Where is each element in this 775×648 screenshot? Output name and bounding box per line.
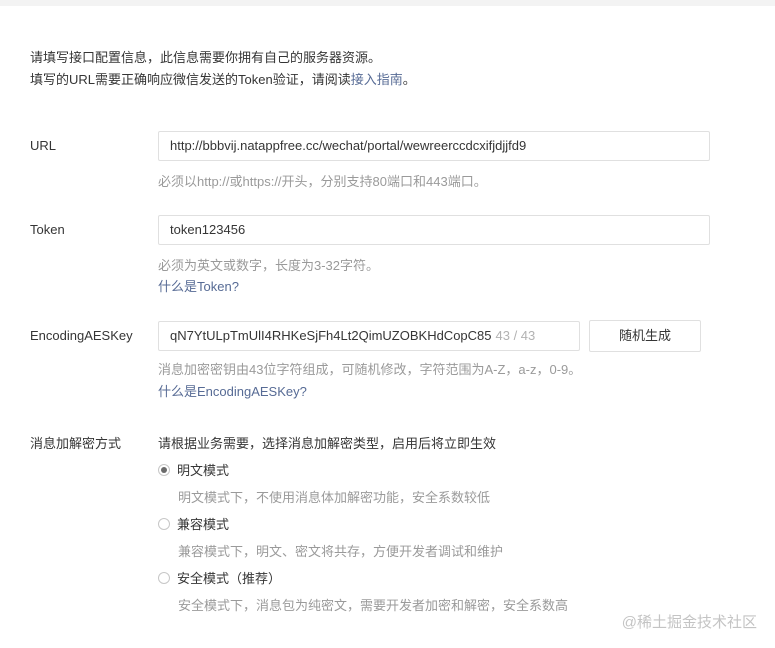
radio-unchecked-icon[interactable] — [158, 517, 170, 530]
top-divider-bar — [0, 0, 775, 6]
intro-line-1: 请填写接口配置信息，此信息需要你拥有自己的服务器资源。 — [30, 50, 382, 65]
random-generate-button[interactable]: 随机生成 — [589, 320, 701, 352]
aes-key-label: EncodingAESKey — [30, 328, 133, 343]
watermark: @稀土掘金技术社区 — [621, 614, 757, 631]
radio-secure-label: 安全模式（推荐） — [177, 571, 282, 586]
intro-line-2-suffix: 。 — [402, 72, 416, 87]
url-label: URL — [30, 138, 57, 153]
aes-key-counter: 43 / 43 — [495, 328, 536, 343]
secure-mode-desc: 安全模式下，消息包为纯密文，需要开发者加密和解密，安全系数高 — [178, 598, 569, 613]
radio-compatible-label: 兼容模式 — [177, 517, 230, 532]
radio-secure-mode[interactable]: 安全模式（推荐） — [158, 568, 281, 587]
token-input[interactable]: token123456 — [158, 215, 710, 245]
compatible-mode-desc: 兼容模式下，明文、密文将共存，方便开发者调试和维护 — [178, 544, 504, 559]
radio-compatible-mode[interactable]: 兼容模式 — [158, 514, 229, 533]
url-input[interactable]: http://bbbvij.natappfree.cc/wechat/porta… — [158, 131, 710, 161]
what-is-token-link[interactable]: 什么是Token? — [158, 276, 239, 295]
radio-plaintext-mode[interactable]: 明文模式 — [158, 460, 229, 479]
intro-line-2: 填写的URL需要正确响应微信发送的Token验证，请阅读接入指南。 — [30, 69, 416, 91]
radio-unchecked-icon[interactable] — [158, 571, 170, 584]
plaintext-mode-desc: 明文模式下，不使用消息体加解密功能，安全系数较低 — [178, 490, 491, 505]
access-guide-link[interactable]: 接入指南 — [351, 72, 403, 87]
url-tip: 必须以http://或https://开头，分别支持80端口和443端口。 — [158, 174, 487, 189]
aes-key-tip: 消息加密密钥由43位字符组成，可随机修改，字符范围为A-Z，a-z，0-9。 — [158, 362, 582, 377]
what-is-aes-key-link[interactable]: 什么是EncodingAESKey? — [158, 381, 307, 400]
intro-line-2-prefix: 填写的URL需要正确响应微信发送的Token验证，请阅读 — [30, 72, 351, 87]
radio-checked-icon[interactable] — [158, 463, 170, 476]
aes-key-input[interactable]: qN7YtULpTmUlI4RHKeSjFh4Lt2QimUZOBKHdCopC… — [158, 321, 580, 351]
token-tip: 必须为英文或数字，长度为3-32字符。 — [158, 258, 380, 273]
encrypt-mode-description: 请根据业务需要，选择消息加解密类型，启用后将立即生效 — [158, 436, 497, 451]
token-label: Token — [30, 222, 65, 237]
intro-text: 请填写接口配置信息，此信息需要你拥有自己的服务器资源。 填写的URL需要正确响应… — [30, 47, 416, 91]
radio-plaintext-label: 明文模式 — [177, 463, 230, 478]
aes-key-value: qN7YtULpTmUlI4RHKeSjFh4Lt2QimUZOBKHdCopC… — [170, 328, 492, 343]
encrypt-mode-label: 消息加解密方式 — [30, 436, 122, 451]
